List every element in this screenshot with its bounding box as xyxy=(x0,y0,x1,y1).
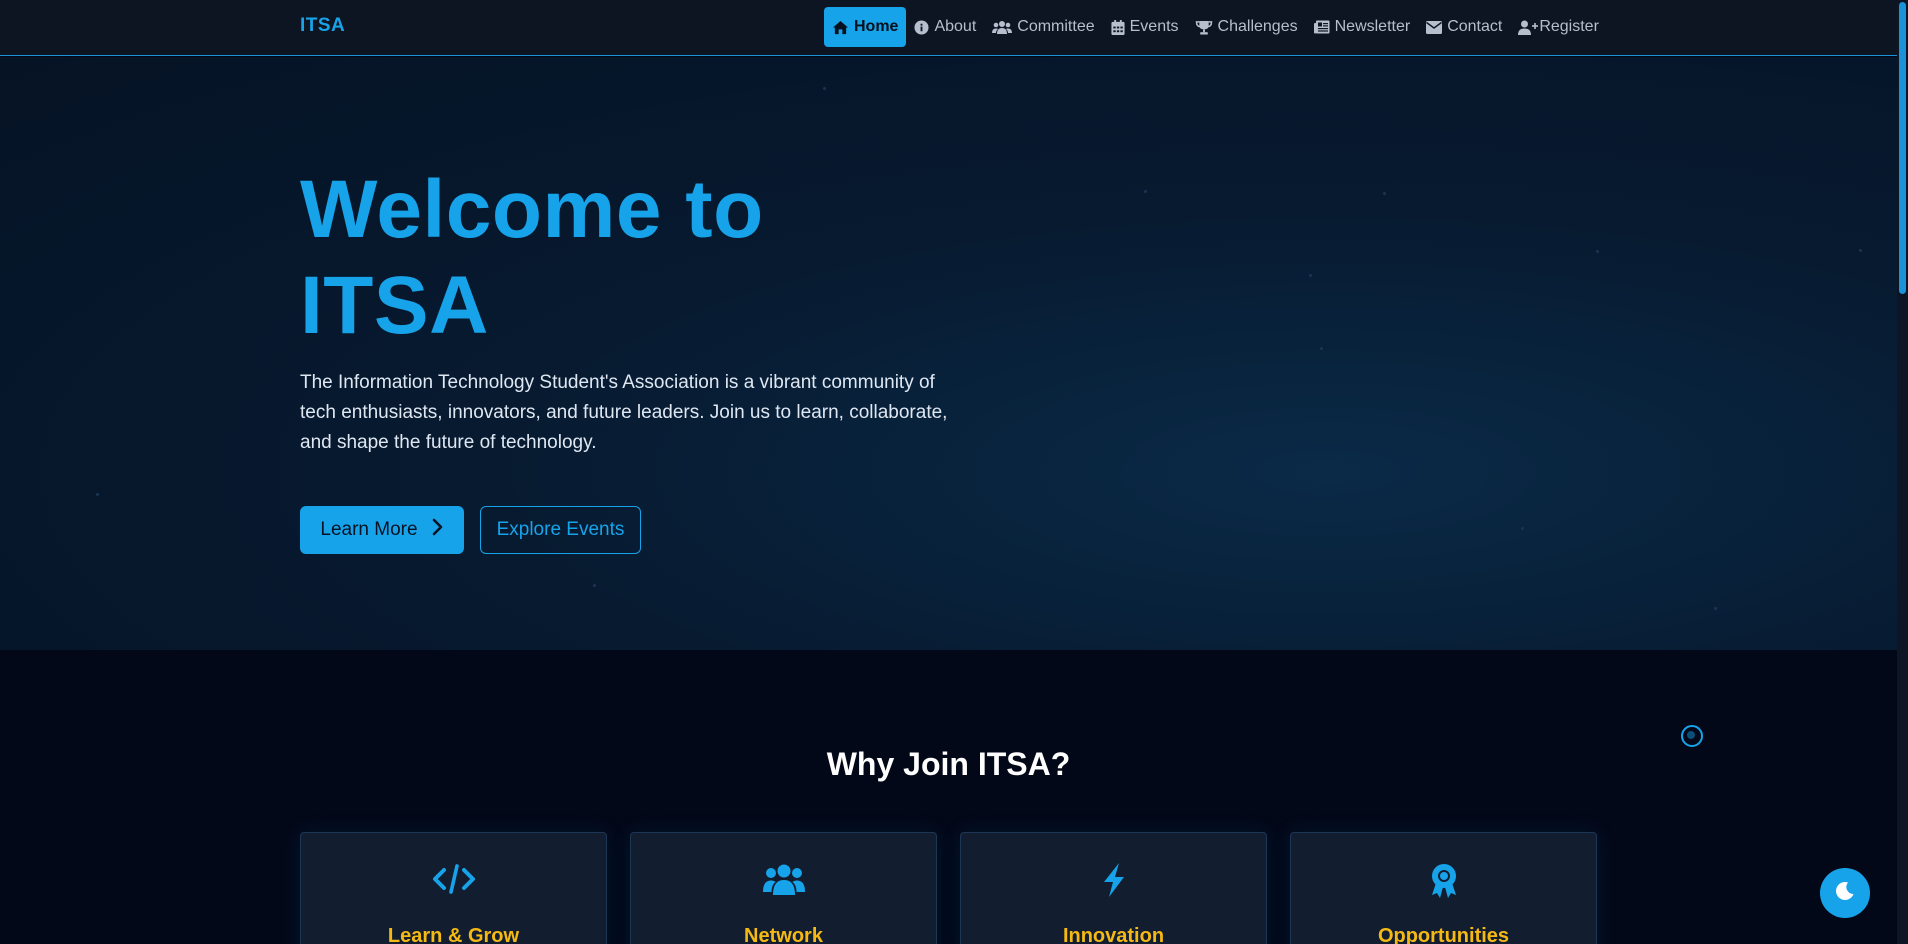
trophy-icon xyxy=(1195,20,1213,35)
section-title: Why Join ITSA? xyxy=(826,746,1071,782)
info-icon xyxy=(914,19,929,35)
bolt-icon xyxy=(961,863,1266,897)
moon-icon xyxy=(1835,881,1855,906)
newspaper-icon xyxy=(1313,20,1330,34)
feature-card-title: Network xyxy=(744,925,823,944)
chevron-right-icon xyxy=(432,518,444,542)
nav-item-label: Register xyxy=(1539,18,1599,35)
code-icon xyxy=(301,863,606,895)
nav-item-label: Events xyxy=(1129,18,1179,35)
nav-item-challenges[interactable]: Challenges xyxy=(1187,7,1306,47)
feature-card-opportunities: Opportunities xyxy=(1290,832,1597,944)
calendar-icon xyxy=(1111,19,1125,35)
nav-item-label: About xyxy=(934,18,977,35)
user-plus-icon xyxy=(1518,20,1539,35)
floating-ring-decoration xyxy=(1681,725,1703,747)
nav-item-committee[interactable]: Committee xyxy=(984,7,1102,47)
feature-card-innovation: Innovation xyxy=(960,832,1267,944)
hero-title-line-1: Welcome to xyxy=(300,164,764,255)
nav-menu: Home About Committee Events Challenges N… xyxy=(824,7,1607,47)
nav-item-label: Committee xyxy=(1017,18,1095,35)
users-icon xyxy=(631,863,936,895)
hero-description: The Information Technology Student's Ass… xyxy=(300,372,948,453)
page-scrollbar[interactable] xyxy=(1897,0,1908,944)
feature-card-title: Innovation xyxy=(1062,925,1165,944)
learn-more-label: Learn More xyxy=(320,519,418,540)
nav-item-home[interactable]: Home xyxy=(824,7,907,47)
nav-item-label: Contact xyxy=(1447,18,1503,35)
nav-item-label: Challenges xyxy=(1217,18,1298,35)
nav-item-newsletter[interactable]: Newsletter xyxy=(1306,7,1419,47)
nav-item-label: Newsletter xyxy=(1334,18,1411,35)
nav-item-register[interactable]: Register xyxy=(1510,7,1607,47)
award-icon xyxy=(1291,863,1596,899)
scrollbar-thumb[interactable] xyxy=(1899,2,1906,294)
navbar: ITSA Home About Committee Events Challen… xyxy=(0,0,1897,56)
feature-card-network: Network xyxy=(630,832,937,944)
nav-item-label: Home xyxy=(854,18,899,35)
feature-card-learn-grow: Learn & Grow xyxy=(300,832,607,944)
feature-card-title: Opportunities xyxy=(1377,925,1510,944)
hero-title-line-2: ITSA xyxy=(300,260,489,351)
learn-more-button[interactable]: Learn More xyxy=(300,506,464,554)
nav-item-contact[interactable]: Contact xyxy=(1418,7,1510,47)
brand-logo[interactable]: ITSA xyxy=(300,15,345,37)
feature-card-title: Learn & Grow xyxy=(387,925,520,944)
explore-events-button[interactable]: Explore Events xyxy=(480,506,641,554)
nav-item-about[interactable]: About xyxy=(906,7,984,47)
hero-section: Welcome to ITSA The Information Technolo… xyxy=(0,57,1897,650)
nav-item-events[interactable]: Events xyxy=(1103,7,1187,47)
users-icon xyxy=(992,20,1013,35)
envelope-icon xyxy=(1426,20,1443,34)
theme-toggle-button[interactable] xyxy=(1820,868,1870,918)
home-icon xyxy=(832,20,849,35)
hero-title: Welcome to ITSA xyxy=(300,162,860,354)
